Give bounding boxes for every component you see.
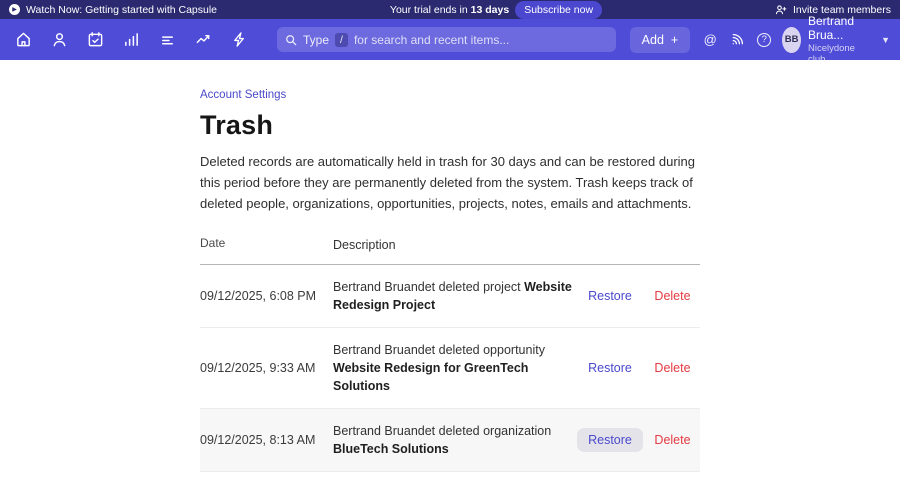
plus-icon: + (671, 33, 678, 47)
search-icon (285, 34, 297, 46)
help-icon[interactable]: ? (754, 30, 774, 50)
search-prefix: Type (303, 33, 329, 47)
restore-button[interactable]: Restore (588, 289, 632, 303)
reports-trend-icon[interactable] (190, 27, 216, 53)
page-content: Account Settings Trash Deleted records a… (0, 60, 900, 484)
delete-button[interactable]: Delete (654, 361, 690, 375)
page-description: Deleted records are automatically held i… (200, 152, 700, 214)
table-row: 09/12/2025, 8:12 AM Bertrand Bruandet de… (200, 472, 700, 484)
people-icon[interactable] (46, 27, 72, 53)
row-description: Bertrand Bruandet deleted opportunity We… (333, 341, 575, 395)
table-row: 09/12/2025, 9:33 AM Bertrand Bruandet de… (200, 328, 700, 409)
user-info: Bertrand Brua... Nicelydone club (808, 14, 869, 66)
user-name: Bertrand Brua... (808, 14, 869, 43)
delete-button[interactable]: Delete (654, 289, 690, 303)
table-header: Date Description (200, 236, 700, 264)
column-header-date: Date (200, 236, 333, 254)
subscribe-button[interactable]: Subscribe now (515, 1, 602, 19)
row-date: 09/12/2025, 9:33 AM (200, 361, 333, 375)
utility-icon-group: @ ? (700, 30, 774, 50)
delete-button[interactable]: Delete (654, 433, 690, 447)
table-row: 09/12/2025, 6:08 PM Bertrand Bruandet de… (200, 265, 700, 328)
user-org: Nicelydone club (808, 43, 869, 66)
cases-list-icon[interactable] (154, 27, 180, 53)
automation-bolt-icon[interactable] (226, 27, 252, 53)
mention-icon[interactable]: @ (700, 30, 720, 50)
table-body: 09/12/2025, 6:08 PM Bertrand Bruandet de… (200, 265, 700, 484)
restore-button[interactable]: Restore (577, 428, 643, 452)
chevron-down-icon: ▼ (881, 35, 890, 45)
slash-key-badge: / (335, 33, 348, 47)
broadcast-icon[interactable] (727, 30, 747, 50)
row-description: Bertrand Bruandet deleted organization B… (333, 422, 575, 458)
user-menu[interactable]: BB Bertrand Brua... Nicelydone club ▼ (782, 14, 890, 66)
watch-now-label: Watch Now: Getting started with Capsule (26, 4, 217, 16)
avatar: BB (782, 27, 801, 53)
row-date: 09/12/2025, 6:08 PM (200, 289, 333, 303)
nav-icon-group (10, 27, 252, 53)
row-description: Bertrand Bruandet deleted project Websit… (333, 278, 575, 314)
column-header-description: Description (333, 236, 575, 254)
trial-status: Your trial ends in 13 days Subscribe now (390, 1, 602, 19)
trash-table: Date Description 09/12/2025, 6:08 PM Ber… (200, 236, 700, 484)
main-navbar: Type / for search and recent items... Ad… (0, 19, 900, 60)
row-date: 09/12/2025, 8:13 AM (200, 433, 333, 447)
search-input[interactable]: Type / for search and recent items... (277, 27, 616, 52)
table-row: 09/12/2025, 8:13 AM Bertrand Bruandet de… (200, 409, 700, 472)
add-button[interactable]: Add+ (630, 27, 691, 53)
trial-text: Your trial ends in 13 days (390, 4, 509, 16)
watch-now-link[interactable]: ▶ Watch Now: Getting started with Capsul… (9, 4, 217, 16)
play-icon: ▶ (9, 4, 20, 15)
search-placeholder: for search and recent items... (354, 33, 509, 47)
home-icon[interactable] (10, 27, 36, 53)
restore-button[interactable]: Restore (588, 361, 632, 375)
sales-chart-icon[interactable] (118, 27, 144, 53)
calendar-icon[interactable] (82, 27, 108, 53)
page-title: Trash (200, 110, 700, 141)
trial-banner: ▶ Watch Now: Getting started with Capsul… (0, 0, 900, 19)
app-window: ▶ Watch Now: Getting started with Capsul… (0, 0, 900, 484)
breadcrumb-account-settings[interactable]: Account Settings (200, 89, 286, 101)
